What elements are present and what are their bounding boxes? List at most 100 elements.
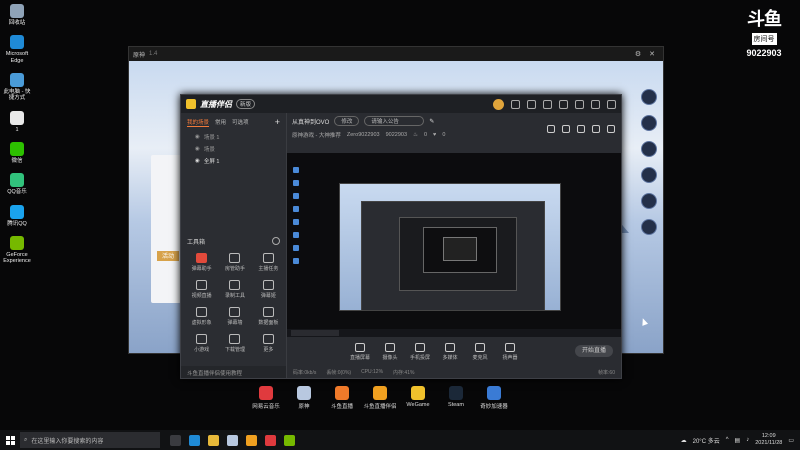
tool-item[interactable]: 录制工具 [218,280,251,299]
eye-icon[interactable]: ◉ [195,158,200,164]
dock-item[interactable]: WeGame [402,386,434,410]
desktop-icon[interactable]: 1 [2,110,32,133]
desktop-icon[interactable]: QQ音乐 [2,173,32,195]
tool-label: 下载管理 [224,347,245,353]
taskbar-apps [170,434,295,446]
source-tool[interactable]: 多媒体 [435,343,465,361]
event-card[interactable] [151,155,181,303]
scene-tabs: 我的场景 常用 可选项 + [181,113,286,131]
dock-item[interactable]: 斗鱼直播伴侣 [364,386,397,410]
desktop-icon[interactable]: GeForce Experience [2,235,32,265]
ticket-icon[interactable] [641,167,657,183]
source-tool[interactable]: 麦克风 [465,343,495,361]
dock-item[interactable]: 奇妙加速器 [478,386,510,410]
weather-text[interactable]: 20°C 多云 [693,436,720,445]
desktop-icon[interactable]: 微信 [2,141,32,164]
pin-icon[interactable] [641,193,657,209]
desktop-icon[interactable]: 腾讯QQ [2,204,32,227]
announcement-input[interactable]: 请输入公告 [364,116,425,126]
edit-room-button[interactable]: 修改 [334,116,360,126]
chat-icon[interactable] [641,89,657,105]
live-companion-window[interactable]: 直播伴侣 新版 我的场景 常用 可选项 + ◉ 场景 1 ◉ 场景 ◉ 全屏 1 工具… [180,94,622,379]
tutorial-notice[interactable]: 斗鱼直播伴侣使用教程 [181,366,286,378]
tool-label: 房管助手 [224,266,245,272]
tool-item[interactable]: 弹幕姬 [252,280,285,299]
tab-my-scenes[interactable]: 我的场景 [187,118,210,127]
tool-item[interactable]: 弹幕助手 [185,253,218,272]
desktop-icon[interactable]: Microsoft Edge [2,35,32,64]
eye-icon[interactable]: ◉ [195,146,200,152]
gift-icon[interactable] [543,99,552,109]
tool-item[interactable]: 数据面板 [252,307,285,326]
clock[interactable]: 12:09 2021/11/28 [755,433,782,447]
game-titlebar[interactable]: 原神 1.4 ⚙ ✕ [129,47,663,61]
dock-item[interactable]: Steam [440,386,472,410]
tool-item[interactable]: 主播任务 [252,253,285,272]
dock-item[interactable]: 斗鱼直播 [326,386,358,410]
start-live-button[interactable]: 开始直播 [575,345,613,357]
eye-icon[interactable]: ◉ [195,134,200,140]
status-item: 码率:0kb/s [293,369,317,376]
start-button[interactable] [0,435,20,445]
desktop-icon[interactable]: 回收站 [2,4,32,26]
source-tool[interactable]: 摄像头 [375,343,405,361]
add-scene-icon[interactable]: + [275,117,280,127]
screenshot-icon[interactable] [641,219,657,235]
tray-arrow-icon[interactable]: ^ [726,437,729,443]
taskbar-search[interactable]: ⌕ 在这里输入你要搜索的内容 [20,432,160,448]
settings-icon[interactable] [559,99,568,109]
settings-icon[interactable]: ⚙ [631,50,645,58]
tool-item[interactable]: 更多 [252,334,285,353]
clipboard-icon[interactable] [577,125,585,133]
edit-icon[interactable]: ✎ [429,118,434,125]
app-titlebar[interactable]: 直播伴侣 新版 [181,95,621,113]
dock-item-label: Steam [448,402,464,408]
tool-item[interactable]: 下载管理 [218,334,251,353]
weibo-icon[interactable] [641,141,657,157]
tool-item[interactable]: 虚拟形象 [185,307,218,326]
source-tool[interactable]: 手机投屏 [405,343,435,361]
version-badge[interactable]: 新版 [236,99,256,109]
file-explorer-icon[interactable] [208,434,219,446]
live-companion-icon[interactable] [246,434,257,446]
maximize-icon[interactable] [591,99,600,109]
notification-icon[interactable]: ▭ [788,437,794,444]
lock-icon[interactable] [562,125,570,133]
dock-item[interactable]: 原神 [288,386,320,410]
source-tool[interactable]: 直播屏幕 [345,343,375,361]
network-icon[interactable]: ▤ [735,437,741,444]
volume-icon[interactable]: ♪ [746,437,749,443]
genshin-icon[interactable] [227,434,238,446]
main-panel: 从真神到OVO 修改 请输入公告 ✎ 原神游戏 - 大神推荐 Zero90229… [287,113,621,378]
netease-music-icon[interactable] [265,434,276,446]
dock-item[interactable]: 网易云音乐 [250,386,282,410]
skin-icon[interactable] [527,99,536,109]
tab-optional[interactable]: 可选项 [232,118,249,126]
tool-item[interactable]: 弹幕墙 [218,307,251,326]
bell-icon[interactable] [592,125,600,133]
tool-item[interactable]: 房管助手 [218,253,251,272]
desktop-icon[interactable]: 此电脑 - 快捷方式 [2,72,32,102]
dock-item-label: 奇妙加速器 [480,404,508,410]
tool-item[interactable]: 视频直播 [185,280,218,299]
scene-item[interactable]: ◉ 全屏 1 [181,155,286,167]
gift-box-icon[interactable] [547,125,555,133]
wechat-share-icon[interactable] [641,115,657,131]
tab-common[interactable]: 常用 [215,118,226,126]
edge-icon[interactable] [189,434,200,446]
close-icon[interactable]: ✕ [645,50,659,58]
minimize-icon[interactable] [575,99,584,109]
close-icon[interactable] [607,99,616,109]
geforce-icon[interactable] [284,434,295,446]
share-icon[interactable] [607,125,615,133]
message-icon[interactable] [511,99,520,109]
source-tool[interactable]: 扬声器 [495,343,525,361]
scene-item[interactable]: ◉ 场景 1 [181,131,286,143]
stream-preview[interactable] [287,153,621,337]
avatar[interactable] [493,98,504,110]
tool-item[interactable]: 小游戏 [185,334,218,353]
category-label[interactable]: 原神游戏 - 大神推荐 [292,131,341,139]
scene-item[interactable]: ◉ 场景 [181,143,286,155]
task-view-icon[interactable] [170,434,181,446]
toolbox-settings-icon[interactable] [272,237,280,245]
